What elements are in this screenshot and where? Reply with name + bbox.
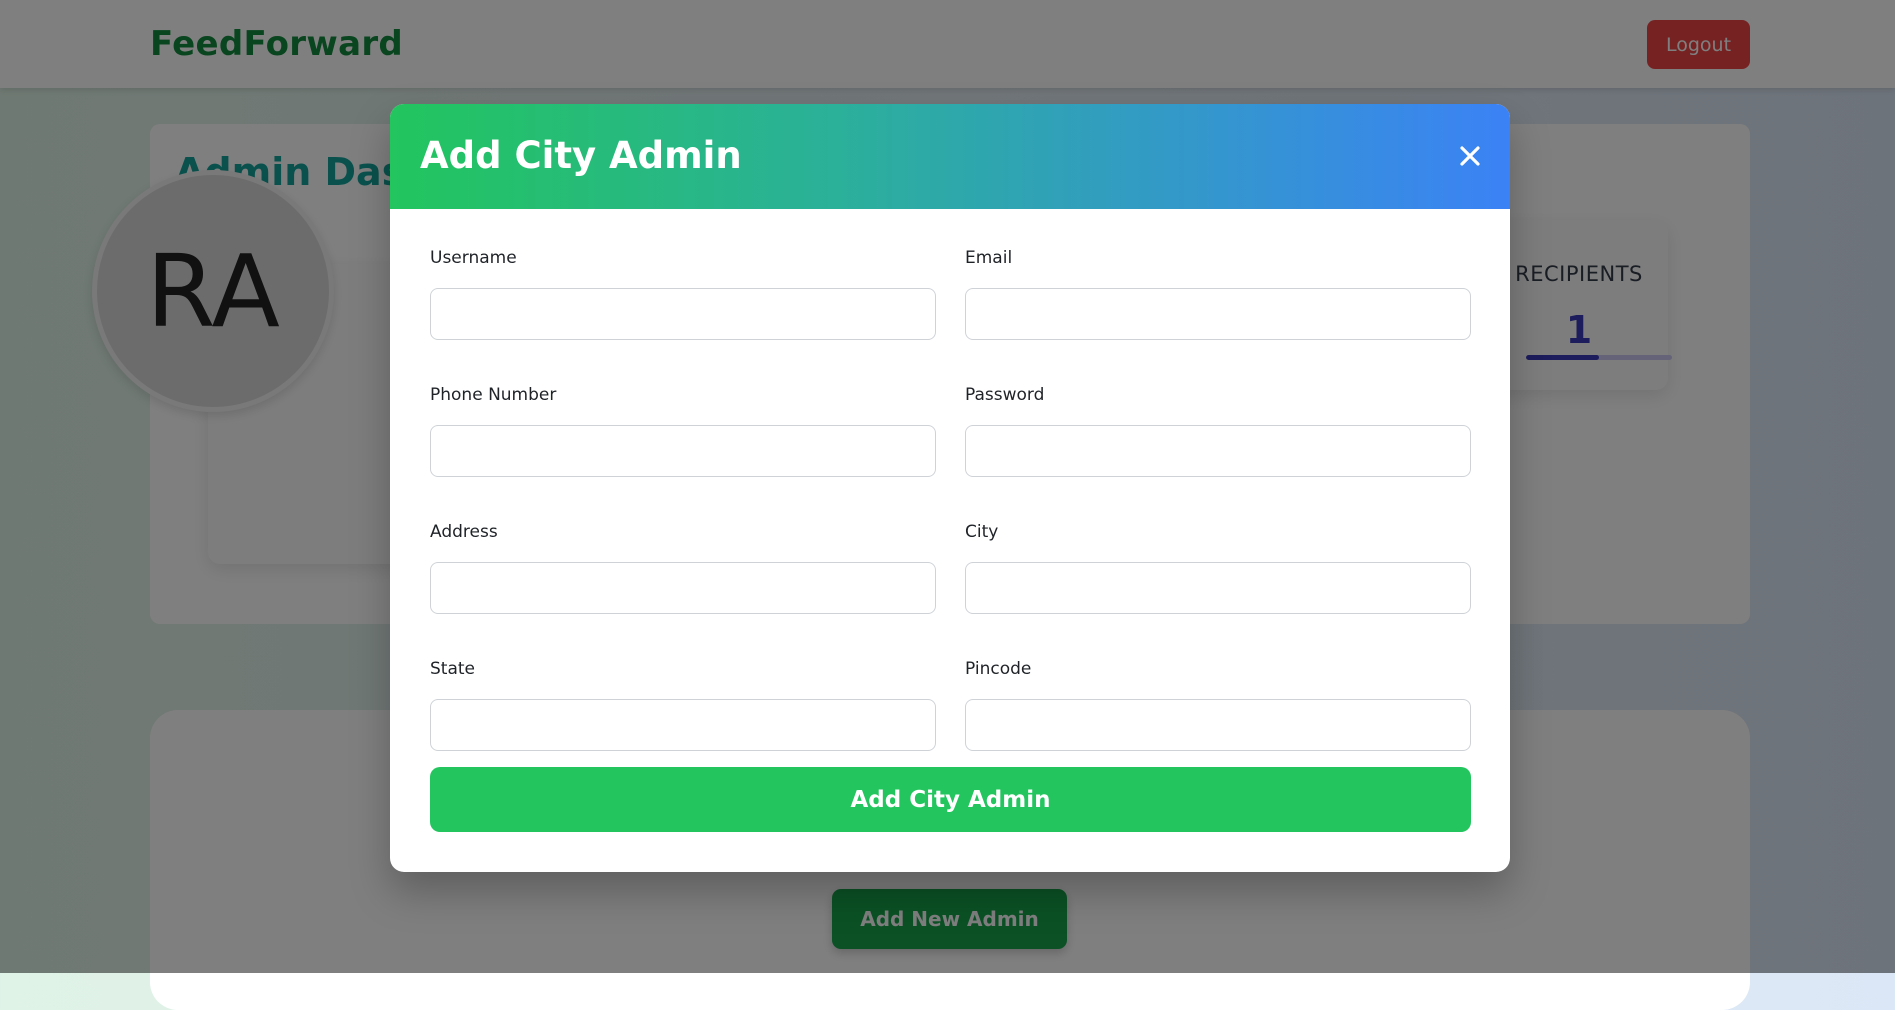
address-input[interactable] [430, 562, 936, 614]
phone-label: Phone Number [430, 385, 557, 405]
password-label: Password [965, 385, 1045, 405]
modal-title: Add City Admin [420, 134, 742, 177]
address-label: Address [430, 522, 498, 542]
add-city-admin-button[interactable]: Add City Admin [430, 767, 1471, 832]
city-label: City [965, 522, 999, 542]
password-input[interactable] [965, 425, 1471, 477]
add-city-admin-modal: Add City Admin Username Email Phone Numb… [390, 104, 1510, 872]
username-input[interactable] [430, 288, 936, 340]
state-field-group: State [430, 658, 936, 751]
page: FeedForward Logout Admin Dash RECIPIENTS… [0, 0, 1895, 1010]
pincode-label: Pincode [965, 659, 1032, 679]
email-label: Email [965, 248, 1013, 268]
phone-field-group: Phone Number [430, 384, 936, 477]
city-field-group: City [965, 521, 1471, 614]
modal-header: Add City Admin [390, 104, 1510, 209]
state-input[interactable] [430, 699, 936, 751]
username-field-group: Username [430, 247, 936, 340]
close-icon [1460, 146, 1480, 166]
city-input[interactable] [965, 562, 1471, 614]
phone-input[interactable] [430, 425, 936, 477]
state-label: State [430, 659, 475, 679]
email-input[interactable] [965, 288, 1471, 340]
email-field-group: Email [965, 247, 1471, 340]
close-button[interactable] [1450, 136, 1490, 176]
address-field-group: Address [430, 521, 936, 614]
password-field-group: Password [965, 384, 1471, 477]
pincode-input[interactable] [965, 699, 1471, 751]
username-label: Username [430, 248, 517, 268]
pincode-field-group: Pincode [965, 658, 1471, 751]
